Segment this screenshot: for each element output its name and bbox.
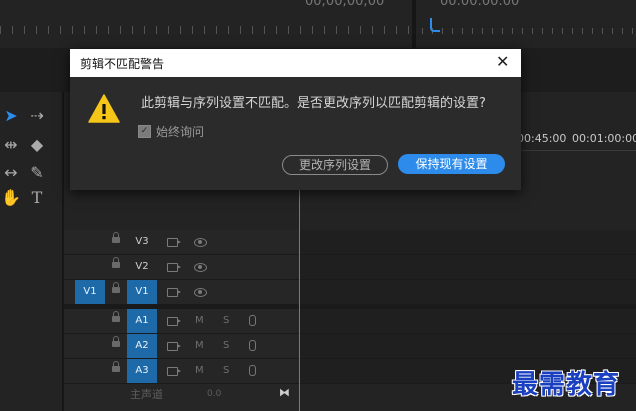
track-target-v1[interactable]: V1: [127, 280, 157, 304]
track-lane[interactable]: [300, 255, 636, 280]
warning-icon: [88, 94, 120, 123]
always-ask-checkbox[interactable]: ✓: [138, 125, 151, 138]
track-row-a1: A1 M S: [64, 309, 636, 334]
always-ask-label: 始终询问: [156, 125, 205, 139]
track-row-v1: V1 V1: [64, 280, 636, 305]
panel-divider: [412, 0, 416, 48]
eye-icon[interactable]: [194, 238, 207, 247]
razor-tool-icon[interactable]: ◆: [26, 134, 48, 156]
timeline-tick-label: 00:01:00:00: [572, 132, 636, 145]
lock-icon[interactable]: [112, 361, 120, 374]
dialog-titlebar: 剪辑不匹配警告 ✕: [70, 49, 521, 77]
mute-button[interactable]: M: [195, 309, 204, 333]
type-tool-icon[interactable]: T: [26, 187, 48, 209]
sync-lock-icon[interactable]: [167, 263, 181, 272]
track-row-a2: A2 M S: [64, 334, 636, 359]
track-target-v3[interactable]: V3: [127, 230, 157, 254]
track-lane[interactable]: [300, 309, 636, 334]
solo-button[interactable]: S: [223, 309, 229, 333]
master-volume-value[interactable]: 0.0: [207, 389, 221, 399]
clip-mismatch-dialog: 剪辑不匹配警告 ✕ 此剪辑与序列设置不匹配。是否更改序列以匹配剪辑的设置? ✓ …: [70, 49, 521, 190]
solo-button[interactable]: S: [223, 334, 229, 358]
lock-icon[interactable]: [112, 311, 120, 324]
track-row-v2: V2: [64, 255, 636, 280]
track-lane[interactable]: [300, 334, 636, 359]
sync-lock-icon[interactable]: [167, 342, 181, 351]
dialog-message: 此剪辑与序列设置不匹配。是否更改序列以匹配剪辑的设置?: [141, 96, 486, 111]
close-icon[interactable]: ✕: [496, 52, 509, 72]
tools-panel: ➤ ⇢ ⇹ ◆ ↔ ✎ ✋ T: [0, 92, 64, 411]
track-target-a3[interactable]: A3: [127, 359, 157, 383]
always-ask-option[interactable]: ✓ 始终询问: [138, 123, 204, 140]
sync-lock-icon[interactable]: [167, 288, 181, 297]
track-target-a1[interactable]: A1: [127, 309, 157, 333]
watermark-logo: 最需教育: [512, 370, 621, 400]
lock-icon[interactable]: [112, 257, 120, 270]
program-timecode: 00:00:00:00: [440, 0, 520, 9]
sync-lock-icon[interactable]: [167, 317, 181, 326]
track-target-v2[interactable]: V2: [127, 255, 157, 279]
mic-icon[interactable]: [249, 365, 256, 376]
selection-tool-icon[interactable]: ➤: [0, 105, 22, 127]
go-to-edit-icon[interactable]: ⧓: [279, 386, 290, 399]
track-lane[interactable]: [300, 230, 636, 255]
track-target-a2[interactable]: A2: [127, 334, 157, 358]
master-track: [64, 384, 300, 411]
lock-icon[interactable]: [112, 282, 120, 295]
mic-icon[interactable]: [249, 315, 256, 326]
eye-icon[interactable]: [194, 263, 207, 272]
dialog-title: 剪辑不匹配警告: [80, 57, 165, 71]
keep-existing-settings-button[interactable]: 保持现有设置: [398, 154, 505, 174]
program-playhead-icon[interactable]: [430, 18, 440, 32]
mute-button[interactable]: M: [195, 334, 204, 358]
solo-button[interactable]: S: [223, 359, 229, 383]
track-lane[interactable]: [300, 280, 636, 305]
sync-lock-icon[interactable]: [167, 367, 181, 376]
ripple-edit-icon[interactable]: ⇹: [0, 134, 22, 156]
program-ruler: [422, 28, 636, 34]
source-patch-v1[interactable]: V1: [75, 280, 105, 304]
pen-tool-icon[interactable]: ✎: [26, 162, 48, 184]
hand-tool-icon[interactable]: ✋: [0, 187, 22, 209]
master-track-label: 主声道: [130, 388, 163, 401]
lock-icon[interactable]: [112, 336, 120, 349]
source-ruler: [0, 26, 412, 34]
track-select-icon[interactable]: ⇢: [26, 105, 48, 127]
slip-tool-icon[interactable]: ↔: [0, 162, 22, 184]
mic-icon[interactable]: [249, 340, 256, 351]
mute-button[interactable]: M: [195, 359, 204, 383]
eye-icon[interactable]: [194, 288, 207, 297]
timeline-tick-label: 00:45:00: [517, 132, 567, 145]
lock-icon[interactable]: [112, 232, 120, 245]
source-timecode: 00;00;00;00: [305, 0, 385, 9]
sync-lock-icon[interactable]: [167, 238, 181, 247]
change-sequence-settings-button[interactable]: 更改序列设置: [282, 155, 388, 175]
track-row-v3: V3: [64, 230, 636, 255]
